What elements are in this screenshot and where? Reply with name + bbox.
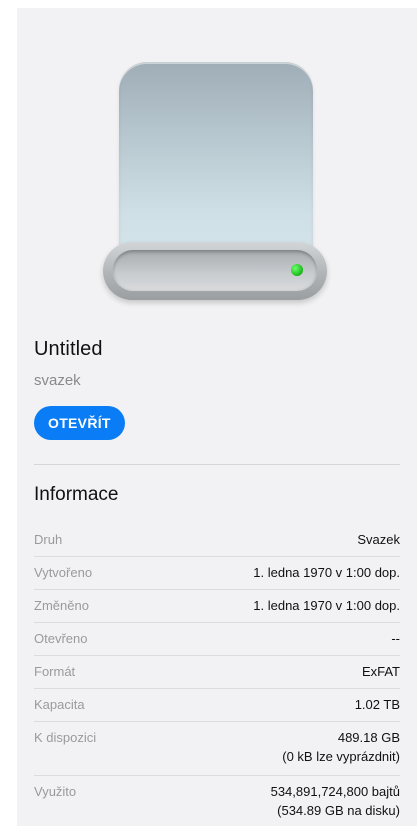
info-label: Využito — [34, 784, 77, 799]
info-value-line: 534,891,724,800 bajtů — [270, 784, 400, 799]
info-label: Otevřeno — [34, 631, 88, 646]
info-row-kind: Druh Svazek — [34, 524, 400, 557]
volume-kind-label: svazek — [34, 372, 81, 389]
info-value-detail: (0 kB lze vyprázdnit) — [282, 749, 400, 764]
info-label: Druh — [34, 532, 63, 547]
info-label: K dispozici — [34, 730, 97, 745]
drive-base — [103, 242, 327, 300]
info-label: Změněno — [34, 598, 89, 613]
info-list: Druh Svazek Vytvořeno 1. ledna 1970 v 1:… — [34, 524, 400, 830]
info-value: 1. ledna 1970 v 1:00 dop. — [253, 565, 400, 580]
info-label: Kapacita — [34, 697, 85, 712]
info-heading: Informace — [34, 484, 119, 505]
info-value: 1.02 TB — [354, 697, 400, 712]
info-row-opened: Otevřeno -- — [34, 623, 400, 656]
info-value-detail: (534.89 GB na disku) — [277, 803, 400, 818]
info-value: 534,891,724,800 bajtů (534.89 GB na disk… — [271, 782, 400, 820]
status-led-icon — [291, 264, 303, 276]
info-row-created: Vytvořeno 1. ledna 1970 v 1:00 dop. — [34, 557, 400, 590]
info-row-capacity: Kapacita 1.02 TB — [34, 689, 400, 722]
drive-slot — [113, 250, 317, 290]
info-value: 489.18 GB (0 kB lze vyprázdnit) — [282, 728, 400, 766]
info-panel: Untitled svazek OTEVŘÍT Informace Druh S… — [17, 8, 417, 826]
open-button[interactable]: OTEVŘÍT — [34, 406, 125, 440]
info-value-line: 489.18 GB — [337, 730, 400, 745]
volume-title: Untitled — [34, 338, 103, 360]
info-value: ExFAT — [361, 664, 400, 679]
info-value: Svazek — [357, 532, 400, 547]
info-label: Formát — [34, 664, 76, 679]
divider — [34, 464, 400, 465]
info-row-used: Využito 534,891,724,800 bajtů (534.89 GB… — [34, 776, 400, 830]
info-row-available: K dispozici 489.18 GB (0 kB lze vyprázdn… — [34, 722, 400, 776]
info-value: -- — [391, 631, 400, 646]
external-drive-icon — [103, 62, 327, 300]
info-row-modified: Změněno 1. ledna 1970 v 1:00 dop. — [34, 590, 400, 623]
info-label: Vytvořeno — [34, 565, 93, 580]
info-value: 1. ledna 1970 v 1:00 dop. — [253, 598, 400, 613]
info-row-format: Formát ExFAT — [34, 656, 400, 689]
